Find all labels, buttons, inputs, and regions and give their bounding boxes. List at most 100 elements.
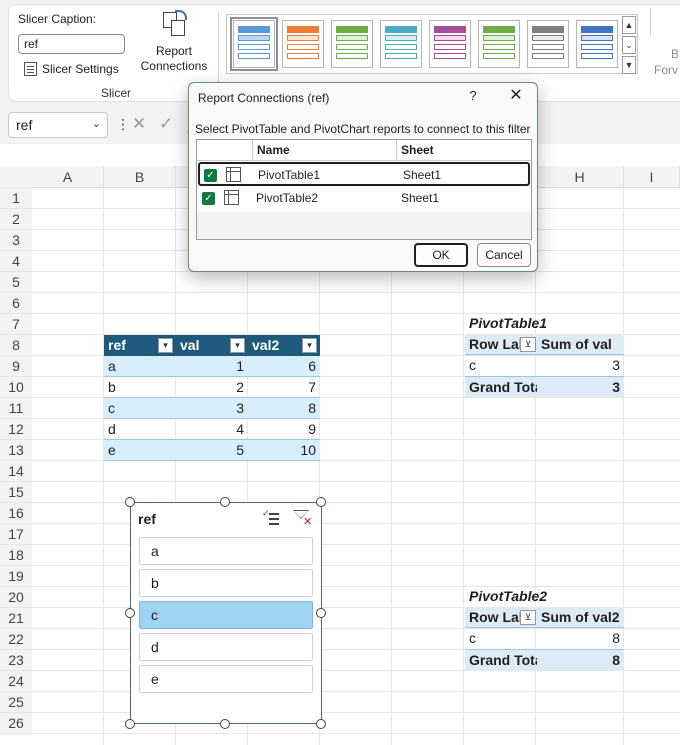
gallery-scroll-down-button[interactable]: ⌄	[622, 36, 636, 54]
pivot2-row-item[interactable]: c	[465, 628, 537, 649]
row-header-17[interactable]: 17	[0, 524, 32, 545]
filter-dropdown-icon[interactable]: ▾	[158, 338, 173, 353]
pivot1-grand-total-value[interactable]: 3	[537, 376, 624, 397]
slicer-ref[interactable]: ref ✕ abcde	[130, 502, 322, 724]
row-header-5[interactable]: 5	[0, 272, 32, 293]
bring-forward-button[interactable]: B Forv	[654, 46, 679, 78]
row-header-18[interactable]: 18	[0, 545, 32, 566]
row-header-12[interactable]: 12	[0, 419, 32, 440]
row-header-4[interactable]: 4	[0, 251, 32, 272]
pivot1-row-item[interactable]: c	[465, 355, 537, 376]
table-cell[interactable]: 2	[176, 377, 248, 398]
row-header-24[interactable]: 24	[0, 671, 32, 692]
slicer-style-8[interactable]	[576, 20, 618, 68]
row-header-26[interactable]: 26	[0, 713, 32, 734]
row-header-10[interactable]: 10	[0, 377, 32, 398]
slicer-caption-input[interactable]	[18, 34, 125, 54]
filter-dropdown-icon[interactable]: ▾	[230, 338, 245, 353]
slicer-style-4[interactable]	[380, 20, 422, 68]
slicer-style-7[interactable]	[527, 20, 569, 68]
row-header-20[interactable]: 20	[0, 587, 32, 608]
row-header-19[interactable]: 19	[0, 566, 32, 587]
row-header-2[interactable]: 2	[0, 209, 32, 230]
table-cell[interactable]: 7	[248, 377, 320, 398]
gallery-scroll-up-button[interactable]: ▲	[622, 16, 636, 34]
resize-handle[interactable]	[316, 719, 326, 729]
pivot1-filter-icon[interactable]: ⊻	[520, 337, 536, 352]
row-header-9[interactable]: 9	[0, 356, 32, 377]
table-cell[interactable]: 9	[248, 419, 320, 440]
table-header-val2[interactable]: val2 ▾	[248, 335, 320, 356]
resize-handle[interactable]	[316, 608, 326, 618]
pivot2-grand-total-label[interactable]: Grand Tota	[465, 649, 537, 670]
slicer-style-6[interactable]	[478, 20, 520, 68]
slicer-item-c[interactable]: c	[139, 601, 313, 629]
table-cell[interactable]: 4	[176, 419, 248, 440]
column-header-b[interactable]: B	[104, 166, 176, 188]
pivot1-row-value[interactable]: 3	[537, 355, 624, 376]
table-cell[interactable]: a	[104, 356, 176, 377]
connections-list[interactable]: Name Sheet ✓ PivotTable1 Sheet1 ✓ PivotTable…	[196, 139, 532, 240]
pivot1-grand-total-label[interactable]: Grand Tota	[465, 376, 537, 397]
slicer-item-b[interactable]: b	[139, 569, 313, 597]
table-cell[interactable]: e	[104, 440, 176, 461]
slicer-style-1[interactable]	[230, 17, 278, 71]
table-cell[interactable]: b	[104, 377, 176, 398]
row-header-6[interactable]: 6	[0, 293, 32, 314]
checkbox-checked-icon[interactable]: ✓	[204, 169, 217, 182]
pivot2-row-value[interactable]: 8	[537, 628, 624, 649]
column-header-i[interactable]: I	[624, 166, 680, 188]
connection-row-pivottable2[interactable]: ✓ PivotTable2 Sheet1	[198, 187, 530, 211]
resize-handle[interactable]	[316, 497, 326, 507]
row-header-11[interactable]: 11	[0, 398, 32, 419]
pivot2-filter-icon[interactable]: ⊻	[520, 610, 536, 625]
slicer-item-d[interactable]: d	[139, 633, 313, 661]
select-all-corner[interactable]	[0, 166, 32, 188]
table-cell[interactable]: 8	[248, 398, 320, 419]
name-box[interactable]: ref ⌄	[8, 112, 108, 138]
row-header-3[interactable]: 3	[0, 230, 32, 251]
row-header-23[interactable]: 23	[0, 650, 32, 671]
row-header-16[interactable]: 16	[0, 503, 32, 524]
resize-handle[interactable]	[125, 497, 135, 507]
table-header-ref[interactable]: ref ▾	[104, 335, 176, 356]
row-header-14[interactable]: 14	[0, 461, 32, 482]
resize-handle[interactable]	[125, 608, 135, 618]
row-header-22[interactable]: 22	[0, 629, 32, 650]
resize-handle[interactable]	[125, 719, 135, 729]
filter-dropdown-icon[interactable]: ▾	[302, 338, 317, 353]
table-cell[interactable]: 5	[176, 440, 248, 461]
close-button[interactable]: ✕	[506, 86, 526, 106]
column-header-h[interactable]: H	[536, 166, 624, 188]
chevron-down-icon[interactable]: ⌄	[92, 117, 101, 130]
multi-select-icon[interactable]	[262, 509, 280, 527]
table-header-val[interactable]: val ▾	[176, 335, 248, 356]
table-cell[interactable]: d	[104, 419, 176, 440]
row-header-13[interactable]: 13	[0, 440, 32, 461]
pivot2-grand-total-value[interactable]: 8	[537, 649, 624, 670]
table-cell[interactable]: 1	[176, 356, 248, 377]
slicer-item-a[interactable]: a	[139, 537, 313, 565]
resize-handle[interactable]	[220, 497, 230, 507]
row-header-21[interactable]: 21	[0, 608, 32, 629]
pivot2-value-header[interactable]: Sum of val2	[537, 607, 624, 628]
gallery-more-button[interactable]: ▼	[622, 56, 636, 74]
table-cell[interactable]: 3	[176, 398, 248, 419]
resize-handle[interactable]	[220, 719, 230, 729]
checkbox-checked-icon[interactable]: ✓	[202, 192, 215, 205]
row-header-1[interactable]: 1	[0, 188, 32, 209]
cancel-button[interactable]: Cancel	[477, 243, 531, 267]
table-cell[interactable]: 6	[248, 356, 320, 377]
slicer-style-2[interactable]	[282, 20, 324, 68]
slicer-item-e[interactable]: e	[139, 665, 313, 693]
table-cell[interactable]: c	[104, 398, 176, 419]
more-options-icon[interactable]: ⋮	[116, 116, 130, 133]
slicer-style-5[interactable]	[429, 20, 471, 68]
pivot1-value-header[interactable]: Sum of val	[537, 334, 624, 355]
connection-row-pivottable1[interactable]: ✓ PivotTable1 Sheet1	[198, 162, 530, 186]
table-cell[interactable]: 10	[248, 440, 320, 461]
slicer-style-3[interactable]	[331, 20, 373, 68]
row-header-8[interactable]: 8	[0, 335, 32, 356]
ok-button[interactable]: OK	[414, 243, 468, 267]
clear-filter-icon[interactable]: ✕	[292, 509, 312, 528]
